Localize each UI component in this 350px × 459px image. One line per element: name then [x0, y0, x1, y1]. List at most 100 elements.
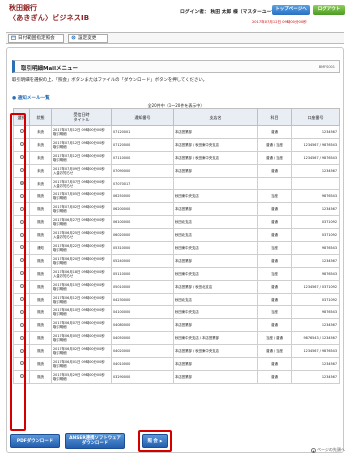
- status-cell: 未読: [29, 150, 52, 165]
- status-cell: 未読: [29, 163, 52, 178]
- datetime-title-cell: 2017年06月02日 09時00分00秒 取引明細: [51, 344, 112, 359]
- mail-title: 取引明細: [53, 196, 67, 201]
- mail-title: 取引明細: [53, 325, 67, 330]
- subject-cell: 普通: [257, 202, 292, 217]
- branch-cell: 本店営業部: [173, 318, 258, 333]
- datetime-title-cell: 2017年06月10日 09時00分00秒 取引明細: [51, 305, 112, 320]
- number-cell: 04100000: [111, 305, 174, 320]
- received-datetime: 2017年06月12日 09時00分00秒: [53, 295, 105, 300]
- page-top-link[interactable]: ▲ ページの先頭へ: [311, 447, 345, 453]
- datetime-title-cell: 2017年07月07日 09時00分00秒 入金お知らせ: [51, 176, 112, 191]
- subject-cell: 当座: [257, 241, 292, 255]
- status-cell: 既読: [29, 305, 52, 320]
- datetime-title-cell: 2017年07月12日 09時00分00秒 取引明細: [51, 125, 112, 139]
- datetime-title-cell: 2017年05月29日 09時00分00秒 取引明細: [51, 369, 112, 384]
- logout-button[interactable]: ログアウト: [313, 5, 345, 15]
- branch-cell: 本店営業部 / 秋田東中央支店: [173, 137, 258, 152]
- service-logo-name: 〈あきぎん〉ビジネスIB: [9, 14, 90, 22]
- account-cell: 9876543 / 1234567: [291, 331, 340, 346]
- datetime-title-cell: 2017年06月12日 09時00分00秒 取引明細: [51, 292, 112, 307]
- status-cell: 未読: [29, 137, 52, 152]
- branch-cell: 秋田東中央支店: [173, 266, 258, 281]
- table-row: 既読 2017年06月25日 09時00分00秒 入金お知らせ 06020000 秋田北…: [13, 228, 340, 243]
- number-cell: 03290000: [111, 369, 174, 384]
- number-cell: 04080000: [111, 318, 174, 333]
- subject-cell: 普通 / 当座: [257, 137, 292, 152]
- subject-cell: 普通: [257, 125, 292, 139]
- number-cell: 06100000: [111, 215, 174, 230]
- subject-cell: 普通: [257, 369, 292, 384]
- mail-title: 取引明細: [53, 351, 67, 356]
- mail-title: 取引明細: [53, 299, 67, 304]
- branch-cell: 秋田北支店: [173, 228, 258, 243]
- datetime-title-cell: 2017年07月05日 09時00分00秒 取引明細: [51, 189, 112, 204]
- subject-cell: 普通 / 当座: [257, 344, 292, 359]
- date-range-inquiry-button[interactable]: 日付範囲指定照会: [8, 34, 64, 43]
- account-cell: 1234567: [291, 163, 340, 178]
- col-subject: 科目: [257, 108, 292, 126]
- table-row: 既読 2017年06月20日 09時00分00秒 取引明細 05240000 本店営業部…: [13, 253, 340, 268]
- number-cell: 07070017: [111, 176, 174, 191]
- branch-cell: 本店営業部 / 秋田東中央支店: [173, 344, 258, 359]
- status-cell: 通知: [29, 241, 52, 255]
- status-cell: 既読: [29, 369, 52, 384]
- subject-cell: 普通: [257, 163, 292, 178]
- arrow-up-icon: ▲: [311, 447, 316, 453]
- branch-cell: 本店営業部: [173, 202, 258, 217]
- account-cell: 1234567: [291, 357, 340, 371]
- account-cell: 0371092: [291, 228, 340, 243]
- datetime-title-cell: 2017年06月05日 09時00分00秒 取引明細: [51, 331, 112, 346]
- number-cell: 07120000: [111, 137, 174, 152]
- mail-title: 取引明細: [53, 260, 67, 265]
- table-row: 未読 2017年07月07日 09時00分00秒 入金お知らせ 07070017: [13, 176, 340, 191]
- settings-change-button[interactable]: 設定変更: [68, 34, 108, 43]
- table-row: 未読 2017年07月09日 09時00分00秒 入金お知らせ 07090000 本店営…: [13, 163, 340, 178]
- select-column-highlight: [10, 113, 26, 431]
- datetime-title-cell: 2017年07月09日 09時00分00秒 入金お知らせ: [51, 163, 112, 178]
- status-cell: 既読: [29, 266, 52, 281]
- status-cell: 既読: [29, 292, 52, 307]
- table-row: 既読 2017年06月27日 09時00分00秒 取引明細 06100000 秋田北支店…: [13, 215, 340, 230]
- gear-icon: [71, 35, 76, 40]
- number-cell: 07090000: [111, 163, 174, 178]
- table-row: 既読 2017年05月29日 09時00分00秒 取引明細 03290000 本店営業部…: [13, 369, 340, 384]
- datetime-title-cell: 2017年06月20日 09時00分00秒 取引明細: [51, 253, 112, 268]
- branch-cell: 本店営業部: [173, 357, 258, 371]
- mail-title: 取引明細: [53, 131, 67, 136]
- account-cell: 9876543: [291, 266, 340, 281]
- anser-download-button[interactable]: ANSER連携ソフトウェア ダウンロード: [65, 433, 125, 449]
- number-cell: 06200000: [111, 202, 174, 217]
- subject-cell: [257, 176, 292, 191]
- page-top-label: ページの先頭へ: [317, 447, 345, 452]
- branch-cell: 秋田東中央支店: [173, 241, 258, 255]
- table-row: 未読 2017年07月12日 09時00分00秒 取引明細 07110000 本店営業部…: [13, 150, 340, 165]
- subject-cell: 普通: [257, 253, 292, 268]
- table-row: 既読 2017年06月02日 09時00分00秒 取引明細 04020000 本店営業部…: [13, 344, 340, 359]
- account-cell: 1234567: [291, 125, 340, 139]
- account-cell: 1234567 / 9876543: [291, 150, 340, 165]
- datetime-title-cell: 2017年06月07日 09時00分00秒 取引明細: [51, 318, 112, 333]
- branch-cell: 秋田東中央支店: [173, 305, 258, 320]
- number-cell: 06020000: [111, 228, 174, 243]
- inquiry-button-highlight: [138, 430, 172, 452]
- number-cell: 07120001: [111, 125, 174, 139]
- datetime-title-cell: 2017年07月12日 09時00分00秒 取引明細: [51, 150, 112, 165]
- mail-title: 入金お知らせ: [53, 235, 74, 240]
- screen-id: BMFS001: [318, 65, 335, 69]
- status-cell: 既読: [29, 202, 52, 217]
- account-cell: 9876543: [291, 189, 340, 204]
- status-cell: 既読: [29, 344, 52, 359]
- top-page-button[interactable]: トップページへ: [272, 5, 310, 15]
- table-row: 既読 2017年07月05日 09時00分00秒 取引明細 06250000 秋田東中央…: [13, 189, 340, 204]
- subject-cell: 普通: [257, 357, 292, 371]
- branch-cell: 本店営業部: [173, 253, 258, 268]
- subject-cell: 当座 / 普通: [257, 331, 292, 346]
- number-cell: 07110000: [111, 150, 174, 165]
- datetime-title-cell: 2017年06月15日 09時00分00秒 取引明細: [51, 279, 112, 294]
- number-cell: 05240000: [111, 253, 174, 268]
- mail-title: 取引明細: [53, 157, 67, 162]
- pdf-download-button[interactable]: PDFダウンロード: [10, 434, 60, 448]
- col-status: 状態: [29, 108, 52, 126]
- col-account: 口座番号: [291, 108, 340, 126]
- mail-title: 取引明細: [53, 312, 67, 317]
